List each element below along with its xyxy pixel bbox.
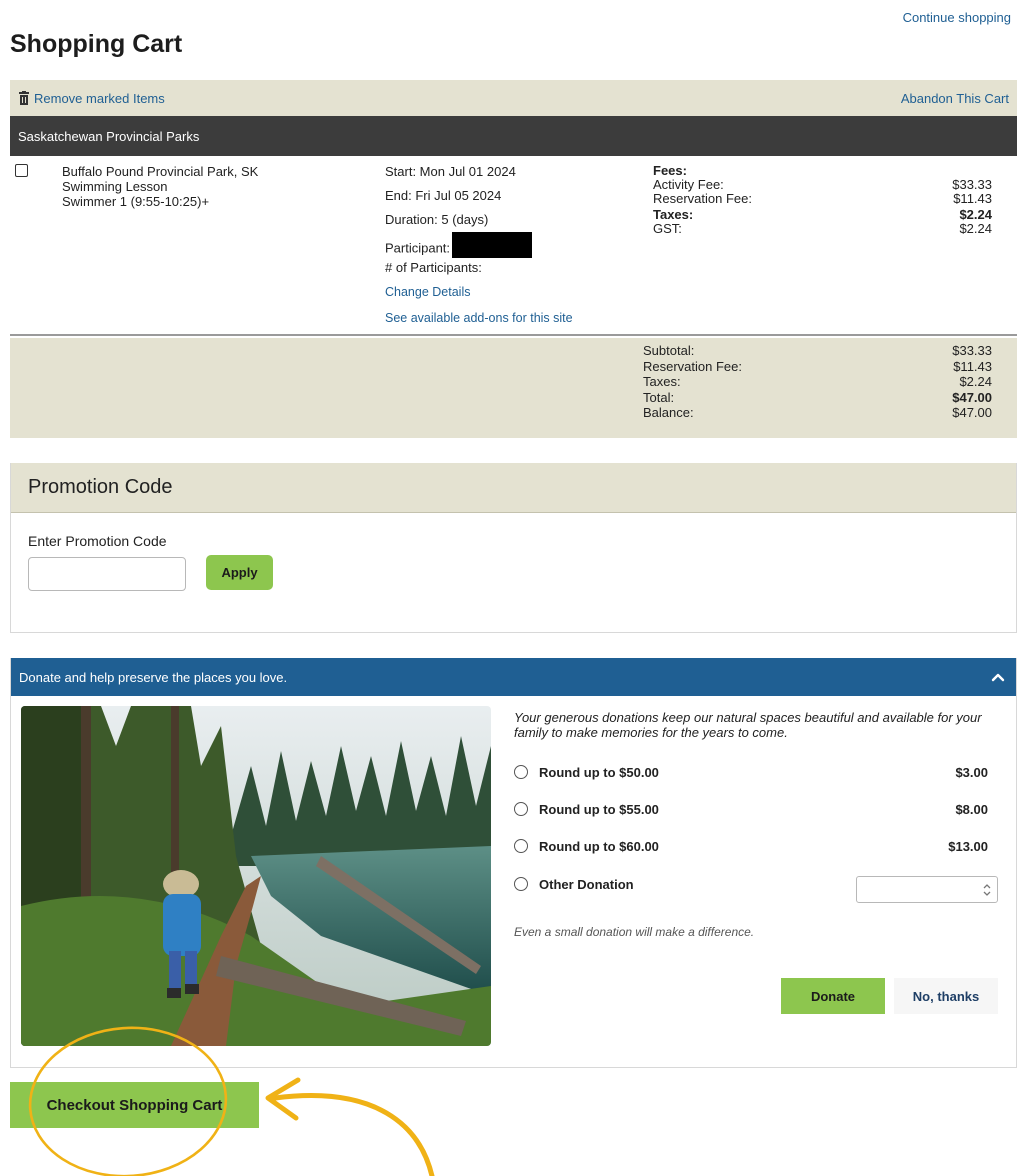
summary-taxes-label: Taxes: [643,374,681,389]
chevron-up-icon[interactable] [990,669,1006,685]
donation-note: Even a small donation will make a differ… [514,925,755,939]
abandon-cart-link[interactable]: Abandon This Cart [901,91,1009,106]
summary-reservation-label: Reservation Fee: [643,358,742,374]
promotion-code-label: Enter Promotion Code [28,533,167,549]
highlight-arrow [272,1093,435,1176]
option-other-label: Other Donation [539,876,634,892]
page-title: Shopping Cart [10,30,183,58]
total-value: $47.00 [952,389,992,405]
donation-option-55[interactable]: Round up to $55.00 $8.00 [514,799,988,819]
donation-panel: Donate and help preserve the places you … [10,658,1017,1068]
gst-row: GST: $2.24 [653,222,992,236]
option-60-label: Round up to $60.00 [539,838,659,854]
end-date: End: Fri Jul 05 2024 [385,188,502,203]
summary-taxes-value: $2.24 [959,374,992,389]
highlight-arrowhead [265,1077,301,1121]
option-55-label: Round up to $55.00 [539,801,659,817]
donation-header[interactable]: Donate and help preserve the places you … [11,658,1016,696]
subtotal-label: Subtotal: [643,343,695,358]
item-details: Start: Mon Jul 01 2024 End: Fri Jul 05 2… [385,164,573,336]
reservation-fee-value: $11.43 [953,191,992,206]
other-donation-amount-input[interactable] [856,876,998,903]
cart-action-bar: Remove marked Items Abandon This Cart [10,80,1017,116]
change-details-link[interactable]: Change Details [385,284,573,310]
reservation-fee-row: Reservation Fee: $11.43 [653,192,992,206]
total-label: Total: [643,389,675,405]
balance-value: $47.00 [952,405,992,420]
cart-item-row: Buffalo Pound Provincial Park, SK Swimmi… [10,156,1017,336]
participant-redacted [452,232,533,258]
summary-reservation-value: $11.43 [953,358,992,374]
stepper-arrows-icon[interactable] [982,883,992,897]
trail-photo [21,706,491,1046]
gst-value: $2.24 [959,221,992,236]
trash-icon [19,91,29,105]
promotion-code-input[interactable] [28,557,186,591]
num-participants-label: # of Participants: [385,260,482,275]
session-name: Swimmer 1 (9:55-10:25)+ [62,194,210,209]
radio-60[interactable] [514,839,528,853]
summary-taxes-row: Taxes: $2.24 [643,374,992,390]
continue-shopping-link[interactable]: Continue shopping [903,10,1011,25]
option-50-amount: $3.00 [955,764,988,780]
donation-heading: Donate and help preserve the places you … [19,669,288,685]
park-name: Buffalo Pound Provincial Park, SK [62,164,259,179]
radio-other[interactable] [514,877,528,891]
promotion-code-heading: Promotion Code [11,463,1016,513]
subtotal-row: Subtotal: $33.33 [643,343,992,359]
promotion-code-panel: Promotion Code Enter Promotion Code Appl… [10,463,1017,633]
taxes-value: $2.24 [959,207,992,222]
activity-fee-value: $33.33 [952,177,992,192]
donation-option-other[interactable]: Other Donation [514,874,844,894]
start-date: Start: Mon Jul 01 2024 [385,164,516,179]
donate-button[interactable]: Donate [781,978,885,1014]
activity-name: Swimming Lesson [62,179,168,194]
activity-fee-row: Activity Fee: $33.33 [653,178,992,192]
balance-label: Balance: [643,405,694,420]
cart-summary: Subtotal: $33.33 Reservation Fee: $11.43… [10,338,1017,438]
no-thanks-button[interactable]: No, thanks [894,978,998,1014]
see-addons-link[interactable]: See available add-ons for this site [385,310,573,336]
participant: Participant: [385,232,573,260]
option-60-amount: $13.00 [948,838,988,854]
total-row: Total: $47.00 [643,390,992,406]
participant-label: Participant: [385,240,451,256]
fees-heading: Fees: [653,163,687,178]
checkout-shopping-cart-button[interactable]: Checkout Shopping Cart [10,1082,259,1128]
activity-fee-label: Activity Fee: [653,177,724,192]
reservation-fee-label: Reservation Fee: [653,191,752,206]
item-select-checkbox[interactable] [15,164,28,177]
option-50-label: Round up to $50.00 [539,764,659,780]
donation-copy: Your generous donations keep our natural… [514,710,982,740]
balance-row: Balance: $47.00 [643,405,992,421]
section-header: Saskatchewan Provincial Parks [10,116,1017,156]
gst-label: GST: [653,221,682,236]
item-description: Buffalo Pound Provincial Park, SK Swimmi… [62,164,258,209]
radio-55[interactable] [514,802,528,816]
apply-button[interactable]: Apply [206,555,273,590]
section-title: Saskatchewan Provincial Parks [18,128,200,144]
option-55-amount: $8.00 [955,801,988,817]
remove-marked-items-label: Remove marked Items [34,90,165,106]
radio-50[interactable] [514,765,528,779]
donation-option-60[interactable]: Round up to $60.00 $13.00 [514,836,988,856]
taxes-label: Taxes: [653,207,694,222]
subtotal-value: $33.33 [952,343,992,358]
donation-option-50[interactable]: Round up to $50.00 $3.00 [514,762,988,782]
remove-marked-items-link[interactable]: Remove marked Items [18,91,165,106]
taxes-row: Taxes: $2.24 [653,208,992,222]
summary-reservation-row: Reservation Fee: $11.43 [643,359,992,375]
fees-breakdown: Fees: Activity Fee: $33.33 Reservation F… [653,164,992,236]
